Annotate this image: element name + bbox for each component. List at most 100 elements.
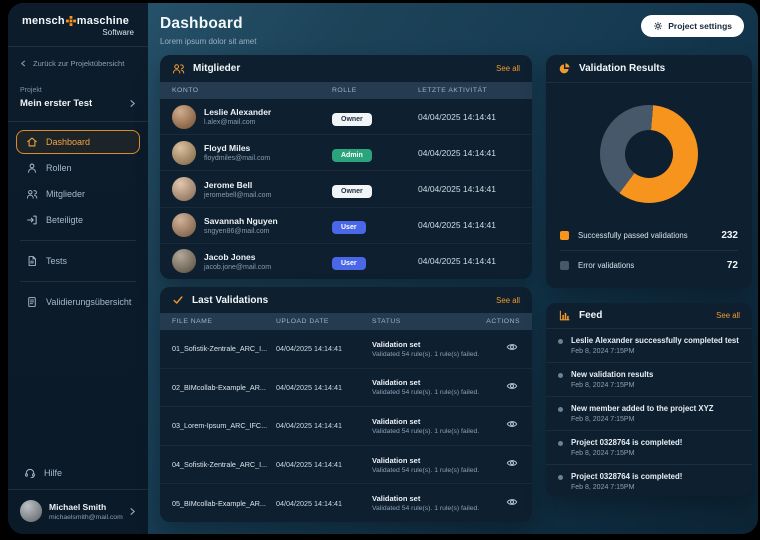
member-row: Jerome Bell jeromebell@mail.com Owner 04/… [160,171,532,208]
role-badge: User [332,257,366,271]
feed-item[interactable]: Project 0328764 is completed! Feb 8, 2024… [546,465,752,496]
validations-see-all-link[interactable]: See all [496,296,520,305]
person-icon [28,163,36,173]
file-name: 02_BIMcollab-Example_AR... [172,382,266,392]
bullet-dot-icon [558,441,563,446]
file-name: 03_Lorem-Ipsum_ARC_IFC... [172,421,268,431]
eye-icon [506,421,518,428]
mum-cross-icon [65,16,76,26]
document-list-icon [28,297,36,307]
avatar [172,140,196,165]
sidebar-item-label: Beteiligte [46,215,84,225]
member-email: l.alex@mail.com [204,119,256,127]
feed-item[interactable]: Leslie Alexander successfully completed … [546,329,752,363]
sidebar-item-mitglieder[interactable]: Mitglieder [16,182,140,206]
page-header: Dashboard Lorem ipsum dolor sit amet Pro… [160,13,752,46]
feed-item-text: Leslie Alexander successfully completed … [571,336,739,345]
project-settings-button[interactable]: Project settings [641,15,744,37]
member-name: Jerome Bell [204,179,253,190]
logo-word-2: maschine [76,15,130,27]
member-email: jacob.jone@mail.com [204,263,272,271]
legend-row-passed: Successfully passed validations 232 [560,221,738,250]
project-label: Projekt [20,87,42,94]
file-name: 05_BIMcollab-Example_AR... [172,498,266,508]
project-selector[interactable]: Projekt Mein erster Test [8,80,148,121]
feed-item[interactable]: Project 0328764 is completed! Feb 8, 2024… [546,431,752,465]
view-button[interactable] [504,455,520,471]
chevron-right-icon [130,100,136,107]
help-link[interactable]: Hilfe [8,457,148,489]
view-button[interactable] [504,494,520,510]
avatar [172,177,196,201]
feed-item[interactable]: New member added to the project XYZ Feb 8… [546,397,752,431]
user-email: michaelsmith@mail.com [49,513,123,521]
upload-date: 04/04/2025 14:14:41 [276,421,342,431]
column-header-rolle: ROLLE [332,87,357,94]
document-icon [28,256,36,266]
status-title: Validation set [372,416,421,426]
validation-row: 03_Lorem-Ipsum_ARC_IFC... 04/04/2025 14:… [160,407,532,446]
sidebar-item-label: Rollen [46,163,72,173]
member-row: Floyd Miles floydmiles@mail.com Admin 04/… [160,135,532,172]
bullet-dot-icon [558,339,563,344]
eye-icon [506,382,518,389]
view-button[interactable] [504,416,520,432]
feed-see-all-link[interactable]: See all [716,311,740,320]
member-last-activity: 04/04/2025 14:14:41 [418,111,496,122]
bullet-dot-icon [558,475,563,480]
validation-results-card: Validation Results Successfully passed v… [546,55,752,288]
main-content: Dashboard Lorem ipsum dolor sit amet Pro… [148,3,758,534]
sidebar-item-tests[interactable]: Tests [16,249,140,273]
login-arrow-icon [27,215,37,225]
chevron-left-icon [20,60,26,67]
sidebar-item-beteiligte[interactable]: Beteiligte [16,208,140,232]
logo: mensch maschine Software [8,3,148,46]
feed-item-time: Feb 8, 2024 7:15PM [571,450,635,457]
legend-label-errors: Error validations [578,261,635,270]
avatar [172,104,196,129]
legend-value-passed: 232 [721,230,738,241]
donut-hole [625,130,673,178]
eye-icon [506,344,518,351]
sidebar-item-label: Mitglieder [46,189,86,199]
sidebar-item-dashboard[interactable]: Dashboard [16,130,140,154]
app-window: mensch maschine Software Zurück zur Proj… [8,3,758,534]
status-title: Validation set [372,378,421,388]
role-badge: Owner [332,185,372,198]
sidebar-item-label: Dashboard [46,137,91,147]
status-title: Validation set [372,455,421,465]
feed-item-text: New validation results [571,370,654,379]
feed-item[interactable]: New validation results Feb 8, 2024 7:15PM [546,363,752,397]
column-header-konto: KONTO [172,87,199,94]
headset-icon [25,468,35,479]
legend-swatch-passed [560,231,569,240]
sidebar-item-validierungsuebersicht[interactable]: Validierungsübersicht [16,290,140,314]
donut-ring [600,105,698,203]
member-name: Floyd Miles [204,143,251,154]
legend-swatch-errors [560,261,569,270]
feed-title: Feed [579,310,603,321]
home-icon [27,137,37,147]
back-to-projects-link[interactable]: Zurück zur Projektübersicht [8,47,148,80]
view-button[interactable] [504,378,520,394]
member-email: sngyen86@mail.com [204,227,270,235]
members-card: Mitglieder See all KONTO ROLLE LETZTE AK… [160,55,532,279]
help-label: Hilfe [44,468,63,478]
people-icon [172,64,185,74]
view-button[interactable] [504,339,520,355]
role-badge: Owner [332,112,372,126]
members-see-all-link[interactable]: See all [496,64,520,73]
gear-icon [654,21,663,31]
member-name: Savannah Nguyen [204,215,278,226]
member-row: Savannah Nguyen sngyen86@mail.com User 04… [160,208,532,244]
avatar [172,249,196,274]
logo-subtitle: Software [102,28,134,37]
upload-date: 04/04/2025 14:14:41 [276,460,342,470]
validation-row: 05_BIMcollab-Example_AR... 04/04/2025 14… [160,484,532,522]
logo-word-1: mensch [22,15,65,27]
eye-icon [506,498,518,505]
sidebar-item-rollen[interactable]: Rollen [16,156,140,180]
user-profile[interactable]: Michael Smith michaelsmith@mail.com [8,490,148,534]
column-header-status: STATUS [372,318,401,325]
status-title: Validation set [372,339,421,349]
